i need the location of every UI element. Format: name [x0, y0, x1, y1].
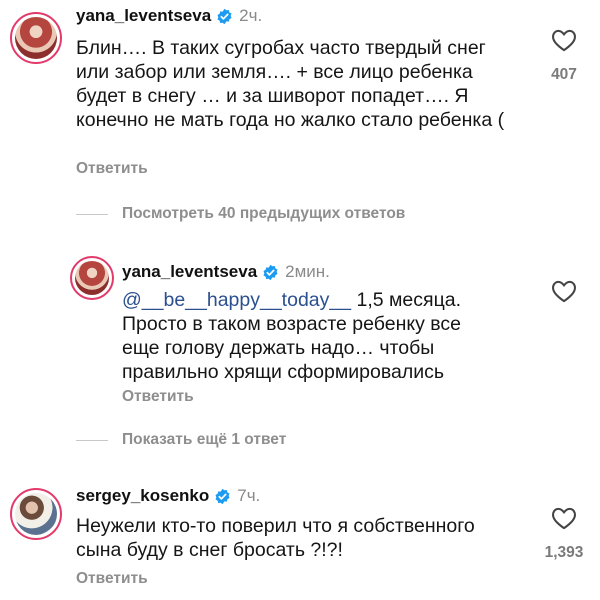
avatar[interactable] — [70, 256, 114, 300]
reply-button[interactable]: Ответить — [76, 160, 148, 178]
avatar-image — [15, 17, 57, 59]
username[interactable]: yana_leventseva — [76, 6, 211, 26]
comment-time: 2мин. — [285, 262, 330, 281]
like-count: 1,393 — [544, 544, 584, 561]
avatar[interactable] — [10, 488, 62, 540]
thread-divider — [76, 213, 108, 215]
comment-text: Блин…. В таких сугробах часто твердый сн… — [76, 37, 505, 131]
heart-outline-icon[interactable] — [551, 28, 577, 52]
verified-badge-icon — [263, 264, 278, 280]
view-previous-replies[interactable]: Посмотреть 40 предыдущих ответов — [76, 205, 405, 223]
reply-button[interactable]: Ответить — [76, 570, 148, 588]
like-count: 407 — [551, 66, 577, 83]
comment-header: yana_leventseva 2ч. — [76, 6, 262, 26]
comment-time: 2ч. — [239, 6, 263, 25]
comment-header: sergey_kosenko 7ч. — [76, 486, 260, 506]
view-previous-label: Посмотреть 40 предыдущих ответов — [122, 205, 406, 222]
comment-text: @__be__happy__today__ 1,5 месяца. Просто… — [122, 288, 497, 384]
avatar[interactable] — [10, 12, 62, 64]
like-control: 1,393 — [534, 506, 594, 562]
heart-outline-icon[interactable] — [551, 279, 577, 303]
like-control — [534, 279, 594, 303]
comment-text: Неужели кто-то поверил что я собственног… — [76, 515, 475, 561]
show-more-replies[interactable]: Показать ещё 1 ответ — [76, 431, 286, 449]
thread-divider — [76, 439, 108, 441]
heart-outline-icon[interactable] — [551, 506, 577, 530]
user-mention-link[interactable]: @__be__happy__today__ — [122, 289, 351, 311]
avatar-image — [15, 493, 57, 535]
username[interactable]: yana_leventseva — [122, 262, 257, 282]
avatar-image — [75, 261, 109, 295]
username[interactable]: sergey_kosenko — [76, 486, 209, 506]
comment-header: yana_leventseva 2мин. — [122, 262, 330, 282]
verified-badge-icon — [215, 488, 230, 504]
reply-button[interactable]: Ответить — [122, 388, 194, 406]
comment-time: 7ч. — [237, 486, 261, 505]
verified-badge-icon — [217, 8, 232, 24]
like-control: 407 — [534, 28, 594, 84]
show-more-label: Показать ещё 1 ответ — [122, 431, 287, 448]
